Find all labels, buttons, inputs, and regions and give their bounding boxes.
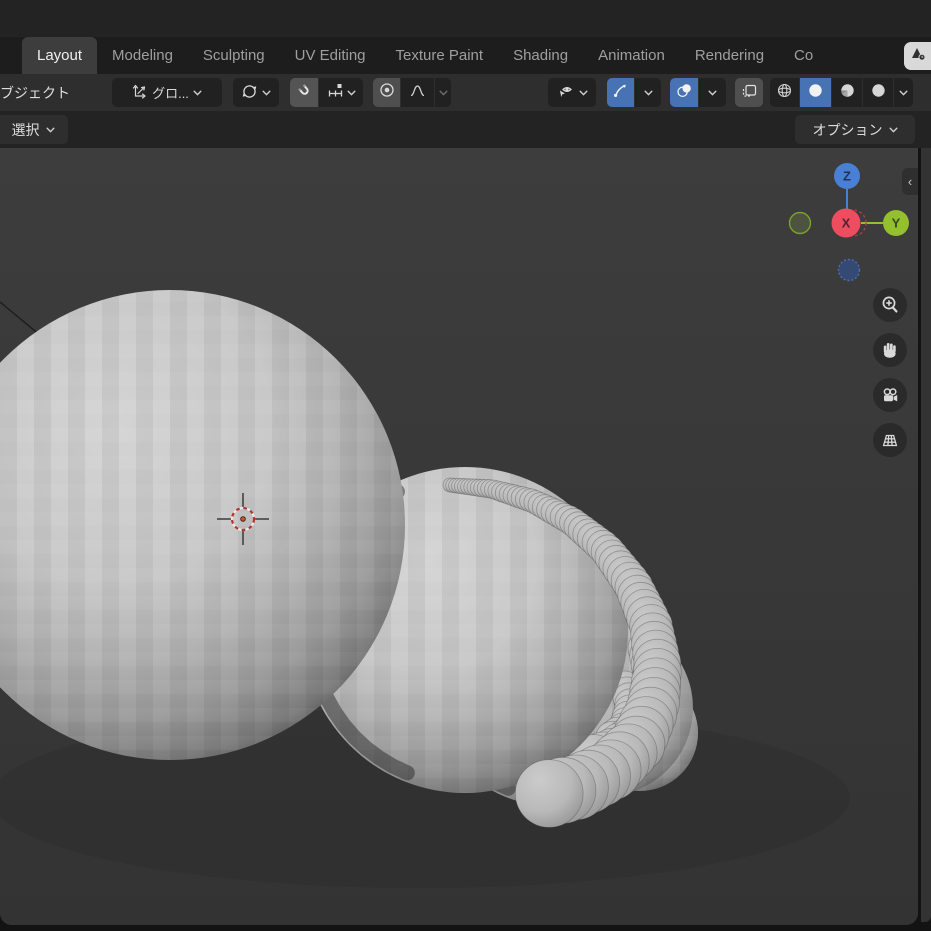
pivot-point-dropdown[interactable]: [233, 78, 279, 107]
nav-perspective-grid-button[interactable]: [873, 423, 907, 457]
select-tool-dropdown[interactable]: 選択: [0, 115, 68, 144]
svg-text:X: X: [842, 216, 851, 231]
tool-settings-bar: 選択 オプション: [0, 111, 931, 148]
chevron-down-icon: [899, 90, 908, 96]
snap-to-dropdown[interactable]: [319, 78, 363, 107]
nav-pan-hand-button[interactable]: [873, 333, 907, 367]
axis-neg-z-handle[interactable]: [839, 260, 860, 281]
pivot-point-icon: [241, 83, 258, 103]
chevron-down-icon: [439, 90, 448, 96]
viewport-3d[interactable]: Z Y X ‹: [0, 148, 918, 925]
gizmos-dropdown[interactable]: [635, 78, 661, 107]
options-dropdown[interactable]: オプション: [795, 115, 915, 144]
snap-toggle[interactable]: [290, 78, 318, 107]
chevron-down-icon: [644, 90, 653, 96]
gizmo-arrow-icon: [612, 82, 629, 104]
chevron-down-icon: [262, 90, 271, 96]
xray-toggle[interactable]: [735, 78, 763, 107]
workspace-tabbar: LayoutModelingSculptingUV EditingTexture…: [0, 37, 931, 74]
tab-layout[interactable]: Layout: [22, 37, 97, 74]
shading-mode-group: [770, 78, 913, 107]
shading-material-button[interactable]: [832, 78, 862, 107]
falloff-chevron[interactable]: [435, 78, 451, 107]
overlays-dropdown[interactable]: [699, 78, 726, 107]
transform-orientation-dropdown[interactable]: グロ...: [112, 78, 222, 107]
shading-dropdown[interactable]: [894, 78, 913, 107]
snap-increment-icon: [327, 82, 344, 104]
chevron-down-icon: [193, 90, 202, 96]
scene-selector-button[interactable]: [904, 42, 931, 70]
solid-sphere-icon: [807, 82, 824, 104]
proportional-edit-toggle[interactable]: [373, 78, 400, 107]
tab-animation[interactable]: Animation: [583, 37, 680, 74]
nav-zoom-in-button[interactable]: [873, 288, 907, 322]
falloff-dropdown[interactable]: [401, 78, 434, 107]
rendered-sphere-icon: [870, 82, 887, 104]
magnet-icon: [296, 82, 312, 103]
viewport-canvas[interactable]: Z Y X: [0, 148, 918, 925]
object-mode-label: ブジェクト: [0, 83, 70, 103]
xray-icon: [741, 83, 758, 103]
select-tool-label: 選択: [12, 120, 40, 140]
orientation-value: グロ...: [152, 83, 189, 102]
overlays-icon: [676, 82, 693, 104]
chevron-down-icon: [708, 90, 717, 96]
viewport-header: ブジェクト グロ...: [0, 74, 931, 111]
proportional-edit-group: [373, 78, 451, 107]
wireframe-sphere-icon: [776, 82, 793, 104]
eye-cursor-icon: [557, 82, 575, 103]
svg-text:Y: Y: [892, 216, 901, 231]
cone-scene-icon: [909, 45, 927, 68]
tab-rendering[interactable]: Rendering: [680, 37, 779, 74]
topbar: [0, 0, 931, 37]
show-gizmos-toggle[interactable]: [607, 78, 634, 107]
chevron-down-icon: [46, 127, 55, 133]
shading-rendered-button[interactable]: [863, 78, 893, 107]
object-mode-dropdown[interactable]: ブジェクト: [0, 74, 70, 111]
axes-orientation-icon: [132, 83, 148, 102]
tab-modeling[interactable]: Modeling: [97, 37, 188, 74]
snap-group: [290, 78, 363, 107]
workspace-tabs: LayoutModelingSculptingUV EditingTexture…: [22, 37, 828, 74]
tab-uv-editing[interactable]: UV Editing: [280, 37, 381, 74]
shading-solid-button[interactable]: [800, 78, 831, 107]
show-overlays-toggle[interactable]: [670, 78, 698, 107]
sidebar-toggle[interactable]: ‹: [902, 168, 918, 195]
tab-sculpting[interactable]: Sculpting: [188, 37, 280, 74]
svg-text:Z: Z: [843, 169, 851, 184]
visibility-dropdown[interactable]: [548, 78, 596, 107]
overlays-group: [670, 78, 726, 107]
adjacent-editor-edge: [921, 148, 931, 922]
falloff-curve-icon: [409, 82, 426, 104]
gizmos-group: [607, 78, 661, 107]
tab-shading[interactable]: Shading: [498, 37, 583, 74]
material-sphere-icon: [839, 82, 856, 104]
proportional-edit-icon: [379, 82, 395, 103]
tab-texture-paint[interactable]: Texture Paint: [381, 37, 499, 74]
chevron-down-icon: [347, 90, 356, 96]
axis-neg-y-handle[interactable]: [790, 213, 811, 234]
nav-camera-view-button[interactable]: [873, 378, 907, 412]
shading-wireframe-button[interactable]: [770, 78, 799, 107]
chevron-down-icon: [889, 127, 898, 133]
tab-co[interactable]: Co: [779, 37, 828, 74]
options-label: オプション: [813, 120, 883, 140]
chevron-down-icon: [579, 90, 588, 96]
main-area: Z Y X ‹: [0, 148, 931, 931]
chevron-left-icon: ‹: [908, 174, 912, 189]
